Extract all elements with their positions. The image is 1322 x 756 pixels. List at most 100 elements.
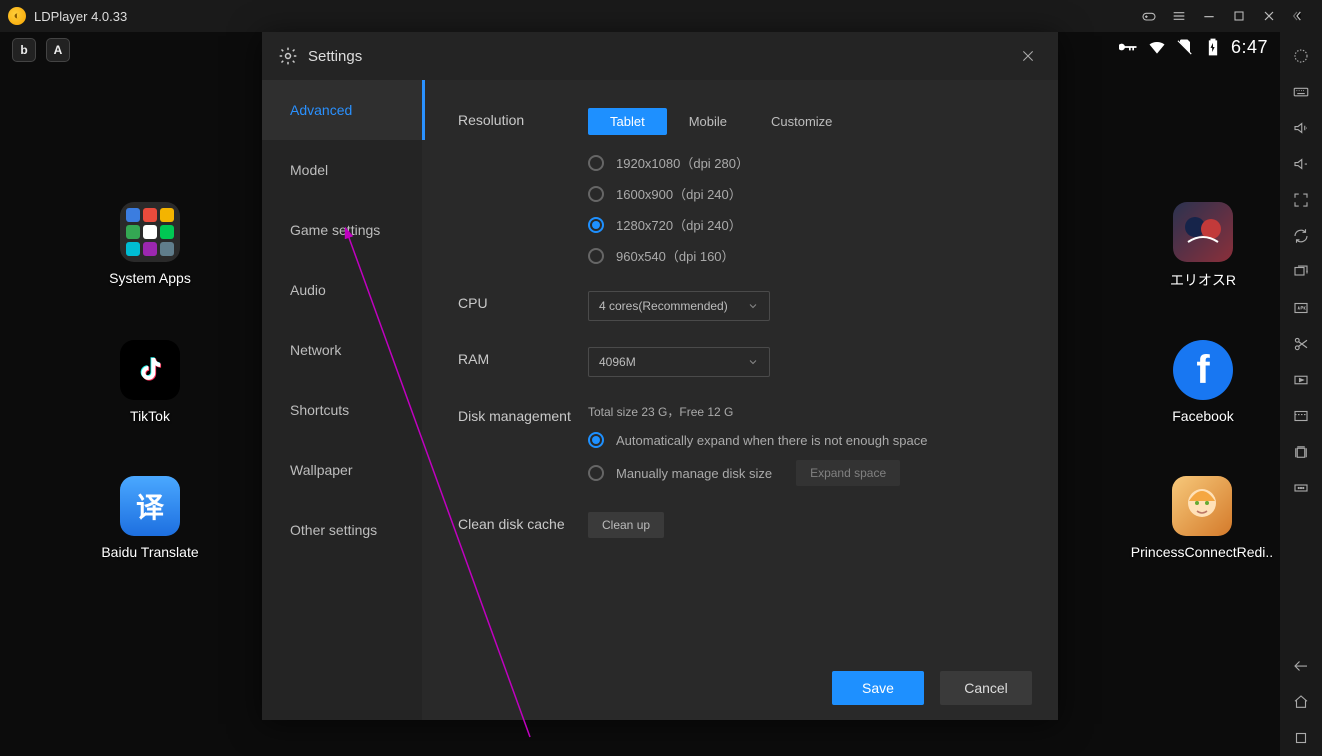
chevron-down-icon	[747, 356, 759, 368]
dialog-close-button[interactable]	[1014, 42, 1042, 70]
no-sim-icon	[1175, 37, 1195, 57]
close-button[interactable]	[1254, 1, 1284, 31]
app-logo-icon: ◐	[8, 7, 26, 25]
resolution-label: Resolution	[458, 108, 588, 265]
battery-charging-icon	[1203, 37, 1223, 57]
maximize-button[interactable]	[1224, 1, 1254, 31]
sidenav-label: Game settings	[290, 222, 380, 238]
expand-space-button[interactable]: Expand space	[796, 460, 900, 486]
sidenav-item-shortcuts[interactable]: Shortcuts	[262, 380, 422, 440]
desktop-icon-label: エリオスR	[1148, 270, 1258, 290]
sidenav-item-advanced[interactable]: Advanced	[262, 80, 422, 140]
resolution-option-1280[interactable]: 1280x720（dpi 240）	[588, 215, 1022, 234]
sidenav-item-model[interactable]: Model	[262, 140, 422, 200]
desktop-icon-label: PrincessConnectRedi..	[1122, 544, 1282, 560]
radio-label: 1280x720（dpi 240）	[616, 215, 742, 234]
disk-info: Total size 23 G，Free 12 G	[588, 403, 1022, 420]
sidenav-item-audio[interactable]: Audio	[262, 260, 422, 320]
shortcut-b-icon[interactable]: b	[12, 38, 36, 62]
keyboard-icon[interactable]	[1280, 74, 1322, 110]
minimize-button[interactable]	[1194, 1, 1224, 31]
sidenav-label: Shortcuts	[290, 402, 349, 418]
cpu-label: CPU	[458, 291, 588, 321]
settings-sidenav: Advanced Model Game settings Audio Netwo…	[262, 80, 422, 720]
sidenav-label: Network	[290, 342, 341, 358]
disk-label: Disk management	[458, 403, 588, 486]
shortcut-a-icon[interactable]: A	[46, 38, 70, 62]
gamepad-icon[interactable]	[1134, 1, 1164, 31]
segment-tablet[interactable]: Tablet	[588, 108, 667, 135]
cpu-select[interactable]: 4 cores(Recommended)	[588, 291, 770, 321]
menu-icon[interactable]	[1164, 1, 1194, 31]
desktop-icon-system-apps[interactable]: System Apps	[100, 202, 200, 286]
row-cpu: CPU 4 cores(Recommended)	[458, 291, 1022, 321]
wifi-icon	[1147, 37, 1167, 57]
sidenav-label: Wallpaper	[290, 462, 353, 478]
sidenav-label: Model	[290, 162, 328, 178]
desktop: 6:47 b A System Apps TikTok 译 Baidu Tran…	[0, 32, 1280, 756]
radio-label: 1600x900（dpi 240）	[616, 184, 742, 203]
desktop-icon-label: System Apps	[100, 270, 200, 286]
resolution-option-960[interactable]: 960x540（dpi 160）	[588, 246, 1022, 265]
multi-instance-icon[interactable]	[1280, 254, 1322, 290]
gear-icon	[278, 46, 298, 66]
row-resolution: Resolution Tablet Mobile Customize 1920x…	[458, 108, 1022, 265]
ram-select[interactable]: 4096M	[588, 347, 770, 377]
recent-apps-icon[interactable]	[1280, 720, 1322, 756]
radio-label: Manually manage disk size	[616, 466, 772, 481]
row-ram: RAM 4096M	[458, 347, 1022, 377]
sidenav-item-other-settings[interactable]: Other settings	[262, 500, 422, 560]
disk-option-manual[interactable]: Manually manage disk size Expand space	[588, 460, 1022, 486]
volume-up-icon[interactable]	[1280, 110, 1322, 146]
desktop-icon-label: TikTok	[100, 408, 200, 424]
apk-install-icon[interactable]	[1280, 290, 1322, 326]
clone-icon[interactable]	[1280, 434, 1322, 470]
segment-customize[interactable]: Customize	[749, 108, 854, 135]
more-icon[interactable]	[1280, 470, 1322, 506]
sidenav-item-wallpaper[interactable]: Wallpaper	[262, 440, 422, 500]
sidenav-label: Other settings	[290, 522, 377, 538]
scissors-icon[interactable]	[1280, 326, 1322, 362]
resolution-option-1920[interactable]: 1920x1080（dpi 280）	[588, 153, 1022, 172]
sidenav-item-game-settings[interactable]: Game settings	[262, 200, 422, 260]
record-icon[interactable]	[1280, 362, 1322, 398]
save-button[interactable]: Save	[832, 671, 924, 705]
radio-label: 960x540（dpi 160）	[616, 246, 735, 265]
select-value: 4 cores(Recommended)	[599, 299, 728, 313]
right-toolbar	[1280, 32, 1322, 756]
chevron-down-icon	[747, 300, 759, 312]
volume-down-icon[interactable]	[1280, 146, 1322, 182]
dialog-footer: Save Cancel	[422, 656, 1058, 720]
sync-icon[interactable]	[1280, 218, 1322, 254]
vpn-key-icon	[1119, 37, 1139, 57]
desktop-icon-baidu-translate[interactable]: 译 Baidu Translate	[100, 476, 200, 560]
fullscreen-icon[interactable]	[1280, 182, 1322, 218]
disk-option-auto[interactable]: Automatically expand when there is not e…	[588, 432, 1022, 448]
cancel-button[interactable]: Cancel	[940, 671, 1032, 705]
desktop-icon-princess-connect[interactable]: PrincessConnectRedi..	[1122, 476, 1282, 560]
desktop-icon-label: Facebook	[1148, 408, 1258, 424]
titlebar: ◐ LDPlayer 4.0.33	[0, 0, 1322, 32]
desktop-icon-label: Baidu Translate	[100, 544, 200, 560]
status-clock: 6:47	[1231, 37, 1268, 58]
sidenav-item-network[interactable]: Network	[262, 320, 422, 380]
back-icon[interactable]	[1280, 648, 1322, 684]
dialog-header: Settings	[262, 32, 1058, 80]
desktop-icon-elios[interactable]: エリオスR	[1148, 202, 1258, 290]
desktop-icon-tiktok[interactable]: TikTok	[100, 340, 200, 424]
resolution-option-1600[interactable]: 1600x900（dpi 240）	[588, 184, 1022, 203]
clean-label: Clean disk cache	[458, 512, 588, 538]
clean-up-button[interactable]: Clean up	[588, 512, 664, 538]
segment-mobile[interactable]: Mobile	[667, 108, 749, 135]
settings-gear-icon[interactable]	[1280, 38, 1322, 74]
row-clean: Clean disk cache Clean up	[458, 512, 1022, 538]
top-left-shortcuts: b A	[12, 38, 70, 62]
radio-label: Automatically expand when there is not e…	[616, 433, 927, 448]
dialog-title: Settings	[308, 48, 362, 65]
resolution-mode-segment: Tablet Mobile Customize	[588, 108, 854, 135]
collapse-sidebar-icon[interactable]	[1284, 1, 1314, 31]
screenshot-icon[interactable]	[1280, 398, 1322, 434]
radio-label: 1920x1080（dpi 280）	[616, 153, 749, 172]
desktop-icon-facebook[interactable]: f Facebook	[1148, 340, 1258, 424]
home-icon[interactable]	[1280, 684, 1322, 720]
